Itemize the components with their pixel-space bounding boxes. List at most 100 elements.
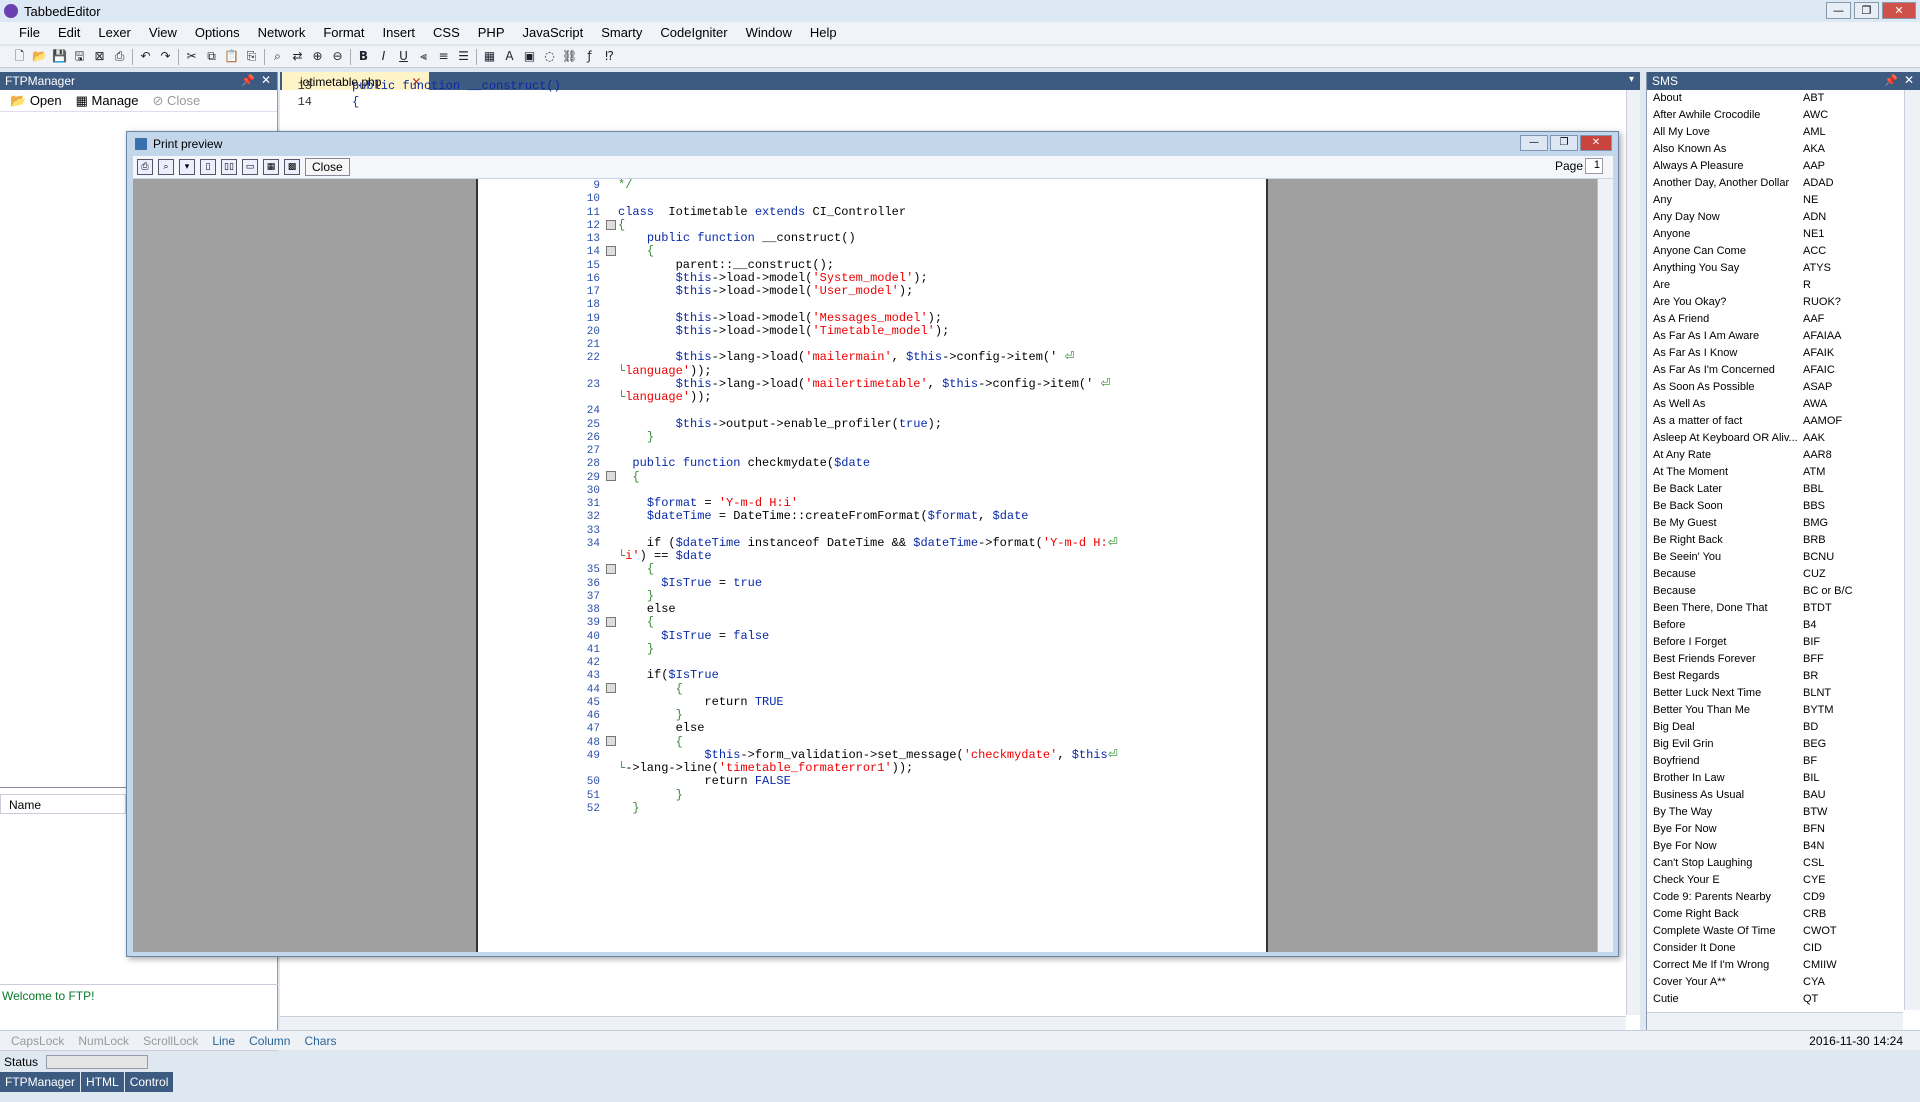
close-window-button[interactable]: ✕ (1882, 2, 1916, 19)
new-file-icon[interactable]: 🗋 (12, 49, 27, 64)
ftp-manage-button[interactable]: ▦ Manage (76, 93, 139, 109)
zoom-in-icon[interactable]: ⊕ (310, 49, 325, 64)
table-icon[interactable]: ▦ (482, 49, 497, 64)
editor-horizontal-scrollbar[interactable] (280, 1016, 1626, 1030)
sms-list-item[interactable]: Big Evil Grin BEG (1647, 736, 1903, 753)
close-pane-icon[interactable]: ✕ (261, 73, 271, 87)
font-icon[interactable]: A (502, 49, 517, 64)
sms-list-item[interactable]: Check Your E CYE (1647, 872, 1903, 889)
two-pages-icon[interactable]: ▯▯ (221, 159, 237, 175)
sms-vertical-scrollbar[interactable] (1904, 90, 1920, 1010)
sms-list-item[interactable]: Come Right Back CRB (1647, 906, 1903, 923)
print-icon[interactable]: ⎙ (137, 159, 153, 175)
copy-icon[interactable]: ⧉ (204, 49, 219, 64)
menu-window[interactable]: Window (737, 22, 801, 44)
comment-icon[interactable]: ◌ (542, 49, 557, 64)
sms-horizontal-scrollbar[interactable] (1647, 1012, 1903, 1030)
sms-list-item[interactable]: Best Friends Forever BFF (1647, 651, 1903, 668)
menu-lexer[interactable]: Lexer (89, 22, 140, 44)
zoom-dropdown-icon[interactable]: ▾ (179, 159, 195, 175)
find-icon[interactable]: ⌕ (270, 49, 285, 64)
menu-smarty[interactable]: Smarty (592, 22, 651, 44)
sms-list-item[interactable]: Also Known As AKA (1647, 141, 1903, 158)
sms-list-item[interactable]: As Well As AWA (1647, 396, 1903, 413)
page-number-input[interactable]: 1 (1585, 158, 1603, 174)
pin-icon[interactable]: 📌 (241, 74, 255, 87)
sms-list-item[interactable]: All My Love AML (1647, 124, 1903, 141)
menu-codeigniter[interactable]: CodeIgniter (651, 22, 736, 44)
sms-list-item[interactable]: Are R (1647, 277, 1903, 294)
sms-list-item[interactable]: Be Seein' You BCNU (1647, 549, 1903, 566)
sms-list-item[interactable]: Before I Forget BIF (1647, 634, 1903, 651)
menu-options[interactable]: Options (186, 22, 249, 44)
sms-list-item[interactable]: As Far As I'm Concerned AFAIC (1647, 362, 1903, 379)
preview-vertical-scrollbar[interactable] (1597, 179, 1613, 952)
menu-javascript[interactable]: JavaScript (514, 22, 593, 44)
maximize-button[interactable]: ❐ (1854, 2, 1879, 19)
close-pane-icon[interactable]: ✕ (1904, 73, 1914, 87)
tab-list-dropdown-icon[interactable]: ▾ (1629, 74, 1634, 85)
sms-list-item[interactable]: Any NE (1647, 192, 1903, 209)
sms-list-item[interactable]: Business As Usual BAU (1647, 787, 1903, 804)
italic-icon[interactable]: I (376, 49, 391, 64)
menu-css[interactable]: CSS (424, 22, 469, 44)
sms-list-item[interactable]: Because CUZ (1647, 566, 1903, 583)
sms-list-item[interactable]: Been There, Done That BTDT (1647, 600, 1903, 617)
three-pages-icon[interactable]: ▭ (242, 159, 258, 175)
sms-list-item[interactable]: Any Day Now ADN (1647, 209, 1903, 226)
minimize-button[interactable]: — (1826, 2, 1851, 19)
sms-list-item[interactable]: After Awhile Crocodile AWC (1647, 107, 1903, 124)
undo-icon[interactable]: ↶ (138, 49, 153, 64)
ftp-open-button[interactable]: 📂 Open (10, 93, 62, 109)
dialog-minimize-button[interactable]: — (1520, 135, 1548, 151)
editor-line[interactable]: 14 { (280, 94, 360, 110)
align-center-icon[interactable]: ≡ (436, 49, 451, 64)
sms-list-item[interactable]: About ABT (1647, 90, 1903, 107)
preview-close-button[interactable]: Close (305, 158, 350, 176)
align-justify-icon[interactable]: ☰ (456, 49, 471, 64)
bottom-tab-control[interactable]: Control (124, 1072, 174, 1092)
sms-list-item[interactable]: Before B4 (1647, 617, 1903, 634)
one-page-icon[interactable]: ▯ (200, 159, 216, 175)
menu-edit[interactable]: Edit (49, 22, 89, 44)
clipboard-icon[interactable]: ⎘ (244, 49, 259, 64)
redo-icon[interactable]: ↷ (158, 49, 173, 64)
sms-list-item[interactable]: Be Back Soon BBS (1647, 498, 1903, 515)
sms-list-item[interactable]: As a matter of fact AAMOF (1647, 413, 1903, 430)
menu-network[interactable]: Network (249, 22, 315, 44)
sms-list-item[interactable]: Complete Waste Of Time CWOT (1647, 923, 1903, 940)
sms-list-item[interactable]: Asleep At Keyboard OR Aliv... AAK (1647, 430, 1903, 447)
sms-list-item[interactable]: At The Moment ATM (1647, 464, 1903, 481)
align-left-icon[interactable]: ⫷ (416, 49, 431, 64)
sms-list-item[interactable]: Be Right Back BRB (1647, 532, 1903, 549)
bottom-tab-ftpmanager[interactable]: FTPManager (0, 1072, 81, 1092)
save-all-icon[interactable]: 🖫 (72, 49, 87, 64)
sms-list-item[interactable]: Correct Me If I'm Wrong CMIIW (1647, 957, 1903, 974)
sms-list-item[interactable]: Better Luck Next Time BLNT (1647, 685, 1903, 702)
sms-list-item[interactable]: Brother In Law BIL (1647, 770, 1903, 787)
sms-list-item[interactable]: As Far As I Know AFAIK (1647, 345, 1903, 362)
zoom-icon[interactable]: ⌕ (158, 159, 174, 175)
sms-list-item[interactable]: Cover Your A** CYA (1647, 974, 1903, 991)
sms-list-item[interactable]: As A Friend AAF (1647, 311, 1903, 328)
open-icon[interactable]: 📂 (32, 49, 47, 64)
close-file-icon[interactable]: ⊠ (92, 49, 107, 64)
sms-list-item[interactable]: Anything You Say ATYS (1647, 260, 1903, 277)
sms-list-item[interactable]: Better You Than Me BYTM (1647, 702, 1903, 719)
sms-list-item[interactable]: As Far As I Am Aware AFAIAA (1647, 328, 1903, 345)
replace-icon[interactable]: ⇄ (290, 49, 305, 64)
image-icon[interactable]: ▣ (522, 49, 537, 64)
four-pages-icon[interactable]: ▦ (263, 159, 279, 175)
bold-icon[interactable]: B (356, 49, 371, 64)
sms-list-item[interactable]: Boyfriend BF (1647, 753, 1903, 770)
menu-php[interactable]: PHP (469, 22, 514, 44)
sms-list-item[interactable]: Can't Stop Laughing CSL (1647, 855, 1903, 872)
sms-list-item[interactable]: Another Day, Another Dollar ADAD (1647, 175, 1903, 192)
bottom-tab-html[interactable]: HTML (81, 1072, 124, 1092)
underline-icon[interactable]: U (396, 49, 411, 64)
sms-list-item[interactable]: Be Back Later BBL (1647, 481, 1903, 498)
sms-list-item[interactable]: Always A Pleasure AAP (1647, 158, 1903, 175)
sms-list-item[interactable]: Because BC or B/C (1647, 583, 1903, 600)
sms-list-item[interactable]: Cutie QT (1647, 991, 1903, 1008)
menu-insert[interactable]: Insert (374, 22, 425, 44)
